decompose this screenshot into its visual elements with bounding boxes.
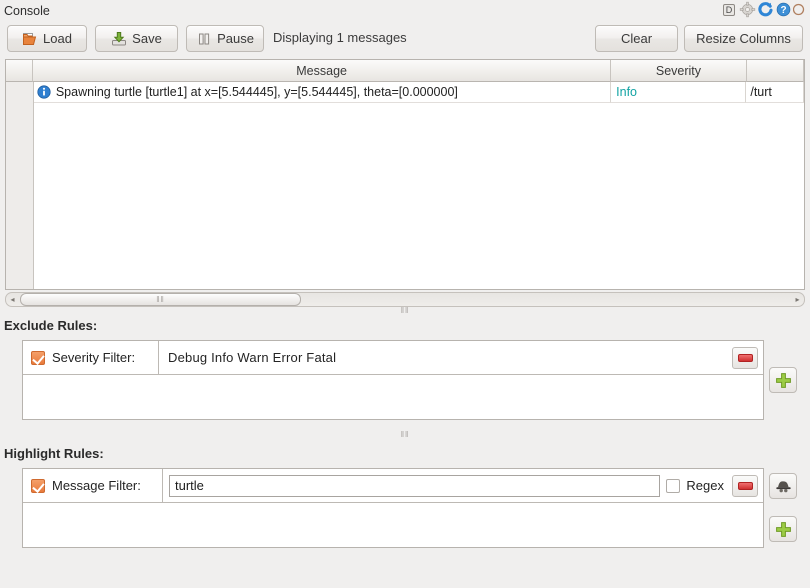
plus-icon xyxy=(775,372,792,389)
row-node: /turt xyxy=(746,82,804,103)
message-filter-input[interactable]: turtle xyxy=(169,475,660,497)
svg-text:?: ? xyxy=(780,5,786,16)
exclude-rule-row[interactable]: Severity Filter: Debug Info Warn Error F… xyxy=(23,341,763,375)
severity-filter-label: Severity Filter: xyxy=(52,350,135,365)
highlight-rules-empty-area xyxy=(23,503,763,548)
pause-button[interactable]: Pause xyxy=(186,25,264,52)
title-bar-icon-group: D xyxy=(721,1,810,18)
load-button[interactable]: Load xyxy=(7,25,87,52)
plugin-title-bar: Console D xyxy=(0,0,810,22)
splitter-grip-icon: ‖‖ xyxy=(401,306,410,315)
minus-icon-2 xyxy=(738,482,753,490)
reload-icon[interactable] xyxy=(757,1,774,18)
scrollbar-thumb[interactable]: ‖‖ xyxy=(20,293,301,306)
add-exclude-rule-button[interactable] xyxy=(769,367,797,393)
scroll-right-arrow-icon[interactable]: ▸ xyxy=(791,293,804,306)
plus-icon-2 xyxy=(775,521,792,538)
message-table[interactable]: Message Severity #1 Spawning turtle [tur… xyxy=(5,59,805,290)
scroll-left-arrow-icon[interactable]: ◂ xyxy=(6,293,19,306)
row-severity: Info xyxy=(611,82,746,103)
message-filter-checkbox[interactable] xyxy=(31,479,45,493)
exclude-rules-empty-area xyxy=(23,375,763,420)
svg-text:D: D xyxy=(726,5,733,15)
highlight-rules-list[interactable]: Message Filter: turtle Regex xyxy=(22,468,764,548)
load-button-label: Load xyxy=(43,31,72,46)
toggle-hide-highlighted-button[interactable] xyxy=(769,473,797,499)
severity-filter-checkbox[interactable] xyxy=(31,351,45,365)
highlight-rule-row[interactable]: Message Filter: turtle Regex xyxy=(23,469,763,503)
scrollbar-track[interactable]: ‖‖ xyxy=(19,293,791,306)
resize-columns-button-label: Resize Columns xyxy=(696,31,791,46)
exclude-rules-label: Exclude Rules: xyxy=(4,318,97,333)
regex-label: Regex xyxy=(686,478,724,493)
table-row[interactable]: #1 Spawning turtle [turtle1] at x=[5.544… xyxy=(6,82,804,103)
regex-checkbox[interactable] xyxy=(666,479,680,493)
row-message-text: Spawning turtle [turtle1] at x=[5.544445… xyxy=(56,85,458,99)
resize-columns-button[interactable]: Resize Columns xyxy=(684,25,803,52)
exclude-rule-enable-cell[interactable]: Severity Filter: xyxy=(23,341,159,375)
column-header-node[interactable] xyxy=(747,60,805,82)
splitter-handle-top[interactable]: ‖‖ xyxy=(0,306,810,314)
remove-highlight-rule-button[interactable] xyxy=(732,475,758,497)
highlight-rules-label: Highlight Rules: xyxy=(4,446,104,461)
help-icon[interactable]: ? xyxy=(775,1,792,18)
table-empty-area xyxy=(6,103,804,289)
severity-filter-values[interactable]: Debug Info Warn Error Fatal xyxy=(159,350,732,365)
column-header-severity[interactable]: Severity xyxy=(611,60,746,82)
table-header-row: Message Severity xyxy=(6,60,804,82)
remove-exclude-rule-button[interactable] xyxy=(732,347,758,369)
row-message-cell[interactable]: Spawning turtle [turtle1] at x=[5.544445… xyxy=(33,82,611,103)
save-button[interactable]: Save xyxy=(95,25,178,52)
exclude-rules-list[interactable]: Severity Filter: Debug Info Warn Error F… xyxy=(22,340,764,420)
pause-button-label: Pause xyxy=(217,31,254,46)
pause-icon xyxy=(196,31,212,47)
highlight-rule-enable-cell[interactable]: Message Filter: xyxy=(23,469,163,503)
table-index-gutter xyxy=(6,82,34,289)
add-highlight-rule-button[interactable] xyxy=(769,516,797,542)
info-icon xyxy=(37,85,51,99)
rqt-console-plugin: Console D xyxy=(0,0,810,588)
gear-icon[interactable] xyxy=(739,1,756,18)
save-disk-icon xyxy=(111,31,127,47)
dock-icon[interactable]: D xyxy=(721,1,738,18)
clear-button-label: Clear xyxy=(621,31,652,46)
clear-button[interactable]: Clear xyxy=(595,25,678,52)
splitter-handle-bottom[interactable]: ‖‖ xyxy=(0,430,810,438)
minus-icon xyxy=(738,354,753,362)
column-header-message[interactable]: Message xyxy=(33,60,612,82)
regex-option[interactable]: Regex xyxy=(666,478,732,493)
scrollbar-grip-icon: ‖‖ xyxy=(156,296,165,304)
save-button-label: Save xyxy=(132,31,162,46)
message-filter-label: Message Filter: xyxy=(52,478,141,493)
incognito-hat-icon xyxy=(775,478,792,495)
console-toolbar: Load Save Pause Displaying 1 messages xyxy=(0,25,810,55)
column-header-index[interactable] xyxy=(6,60,33,82)
close-icon[interactable] xyxy=(793,1,810,18)
page-title: Console xyxy=(0,4,50,18)
status-message: Displaying 1 messages xyxy=(273,30,407,45)
folder-open-icon xyxy=(22,31,38,47)
splitter-grip-icon-2: ‖‖ xyxy=(401,430,410,439)
